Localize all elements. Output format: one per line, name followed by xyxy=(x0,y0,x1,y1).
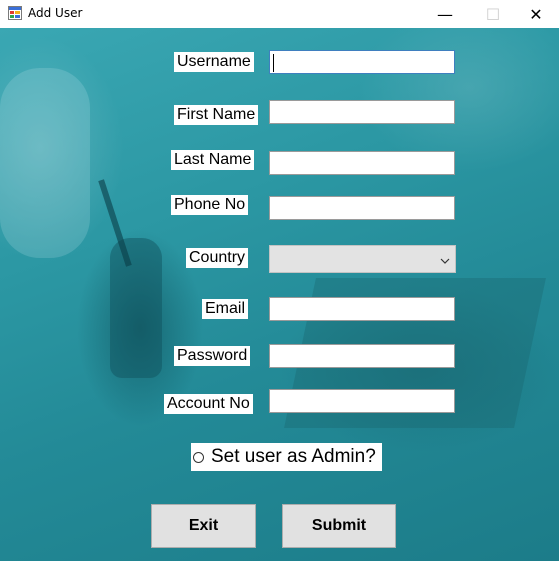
password-field[interactable] xyxy=(269,344,455,368)
username-field[interactable] xyxy=(269,50,455,74)
first-name-label: First Name xyxy=(174,105,259,125)
country-label: Country xyxy=(186,248,249,268)
country-dropdown[interactable] xyxy=(269,245,456,273)
email-field[interactable] xyxy=(269,297,455,321)
account-no-field[interactable] xyxy=(269,389,455,413)
close-icon[interactable]: ✕ xyxy=(513,0,559,28)
title-bar: Add User — ☐ ✕ xyxy=(0,0,559,28)
background-photo-shape xyxy=(110,238,162,378)
admin-radio-option[interactable]: Set user as Admin? xyxy=(191,443,382,471)
password-label: Password xyxy=(174,346,251,366)
app-window-icon xyxy=(8,6,22,20)
username-label: Username xyxy=(174,52,254,72)
chevron-down-icon xyxy=(439,254,451,266)
last-name-label: Last Name xyxy=(171,150,255,170)
last-name-field[interactable] xyxy=(269,151,455,175)
phone-no-label: Phone No xyxy=(171,195,249,215)
exit-button[interactable]: Exit xyxy=(151,504,256,548)
email-label: Email xyxy=(202,299,249,319)
submit-button[interactable]: Submit xyxy=(282,504,396,548)
add-user-window: Add User — ☐ ✕ Username First Name Last … xyxy=(0,0,559,561)
form-area: Username First Name Last Name Phone No C… xyxy=(0,28,559,561)
phone-no-field[interactable] xyxy=(269,196,455,220)
text-caret xyxy=(273,54,274,72)
minimize-icon[interactable]: — xyxy=(422,0,468,28)
background-photo-shape xyxy=(0,68,90,258)
account-no-label: Account No xyxy=(164,394,253,414)
admin-radio-label: Set user as Admin? xyxy=(211,446,376,467)
radio-button[interactable] xyxy=(193,451,204,463)
window-title: Add User xyxy=(28,6,83,20)
first-name-field[interactable] xyxy=(269,100,455,124)
maximize-icon[interactable]: ☐ xyxy=(470,0,516,28)
